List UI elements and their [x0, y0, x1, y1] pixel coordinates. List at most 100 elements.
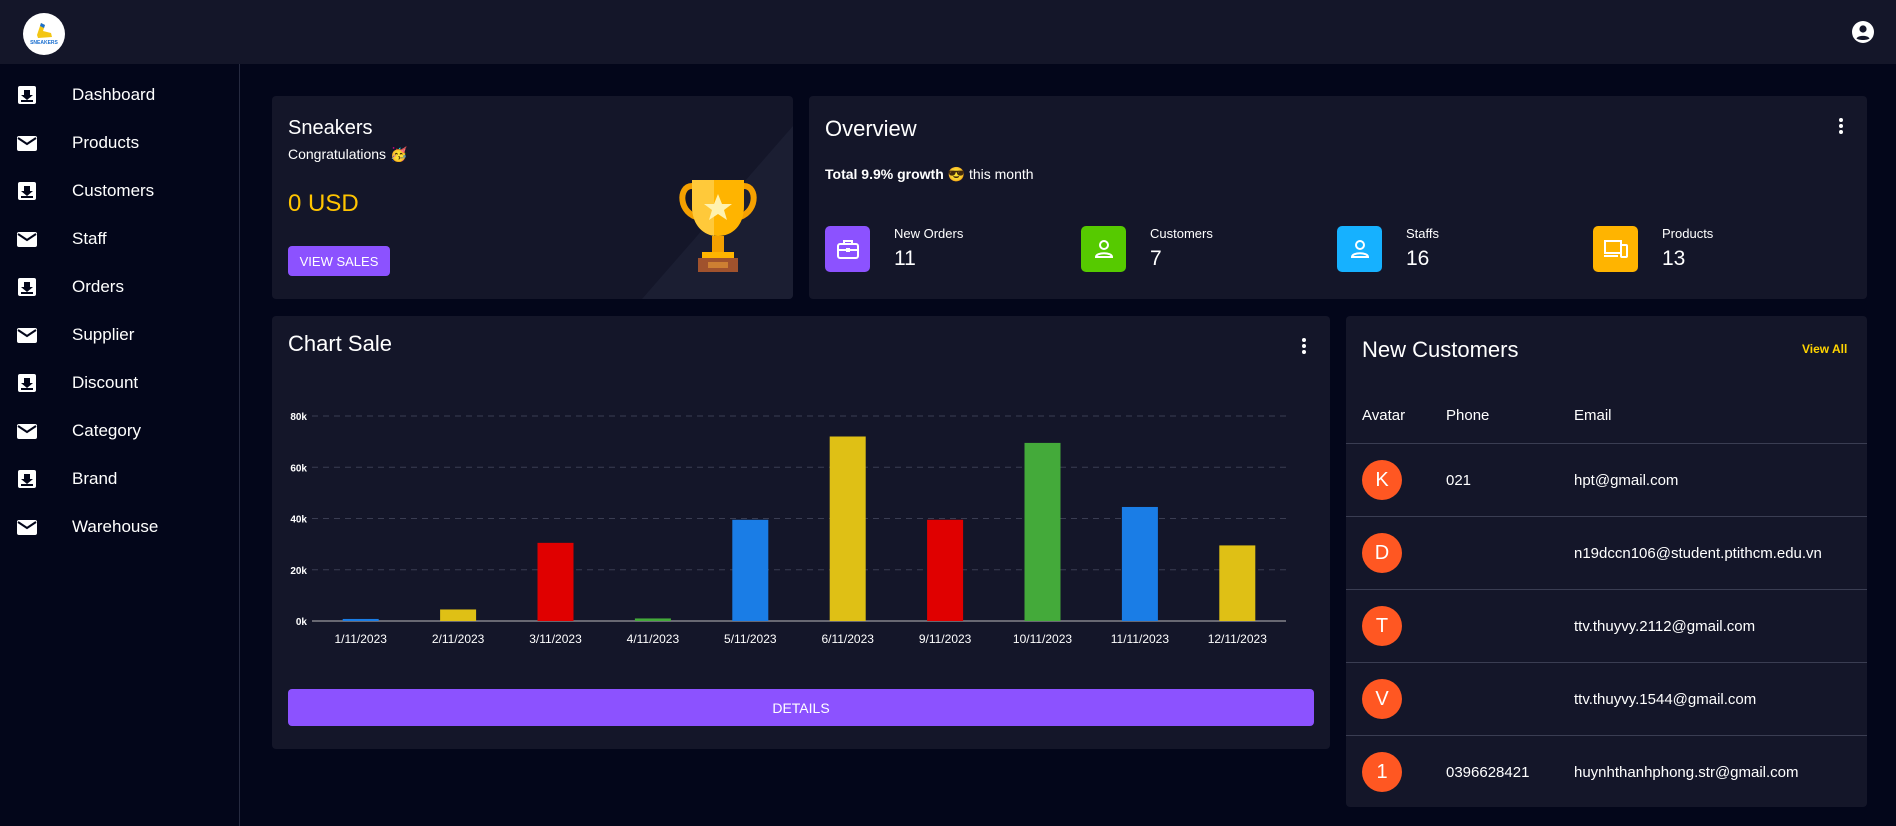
details-button[interactable]: DETAILS [288, 689, 1314, 726]
stat-icon-box [1081, 226, 1126, 272]
y-tick-label: 60k [290, 463, 307, 474]
sidebar-item-label: Dashboard [72, 85, 156, 104]
congratulations-text: Congratulations [288, 146, 387, 162]
stat-label: Customers [1150, 226, 1213, 241]
party-emoji: 🥳 [389, 146, 408, 162]
sidebar-item-supplier[interactable]: Supplier [0, 313, 239, 357]
sidebar-item-label: Discount [72, 373, 139, 392]
sidebar-item-label: Category [72, 421, 141, 440]
x-tick-label: 1/11/2023 [334, 632, 387, 646]
sunglasses-emoji: 😎 [947, 166, 966, 182]
table-row[interactable]: D n19dccn106@student.ptithcm.edu.vn [1346, 516, 1867, 589]
email-cell: huynhthanhphong.str@gmail.com [1574, 764, 1799, 781]
sidebar-item-label: Supplier [72, 325, 135, 344]
sidebar-item-label: Customers [72, 181, 155, 200]
inbox-download-icon [18, 374, 36, 392]
sales-bar-chart: 0k 20k 40k 60k 80k 1/11/2023 2/11/2023 3/11/202… [290, 412, 1286, 646]
sidebar-item-dashboard[interactable]: Dashboard [0, 73, 239, 117]
sidebar-item-products[interactable]: Products [0, 121, 239, 165]
bar [634, 618, 671, 621]
table-row[interactable]: V ttv.thuyvy.1544@gmail.com [1346, 662, 1867, 735]
new-customers-title: New Customers [1362, 337, 1519, 362]
mail-icon [17, 520, 37, 535]
mail-icon [17, 136, 37, 151]
sidebar-item-label: Brand [72, 469, 118, 488]
avatar: T [1362, 606, 1402, 646]
x-tick-label: 2/11/2023 [432, 632, 485, 646]
x-tick-label: 4/11/2023 [627, 632, 680, 646]
sidebar-item-category[interactable]: Category [0, 409, 239, 453]
x-tick-label: 10/11/2023 [1013, 632, 1072, 646]
sidebar-item-staff[interactable]: Staff [0, 217, 239, 261]
y-tick-label: 20k [290, 566, 307, 577]
growth-bold: Total 9.9% growth [825, 166, 944, 182]
y-tick-label: 0k [296, 617, 308, 628]
sidebar-item-label: Products [72, 133, 140, 152]
sidebar: Dashboard Products Customers Staff Order… [0, 64, 240, 826]
bar [829, 436, 866, 621]
inbox-download-icon [18, 470, 36, 488]
sales-amount: 0 USD [288, 190, 359, 217]
logo-shoe-icon [37, 23, 52, 38]
app-logo[interactable]: SNEAKERS [23, 13, 65, 55]
phone-cell: 0396628421 [1446, 764, 1530, 781]
person-icon [1350, 240, 1370, 258]
sales-card-title: Sneakers [288, 117, 373, 139]
overview-more-icon[interactable] [1836, 116, 1846, 138]
sidebar-item-label: Staff [72, 229, 107, 248]
avatar: D [1362, 533, 1402, 573]
view-sales-button[interactable]: VIEW SALES [288, 246, 390, 276]
stat-value: 11 [894, 247, 916, 270]
growth-suffix: this month [968, 166, 1034, 182]
x-tick-label: 9/11/2023 [919, 632, 972, 646]
stat-label: Products [1662, 226, 1714, 241]
phone-column-header: Phone [1446, 407, 1490, 424]
x-tick-label: 11/11/2023 [1111, 632, 1170, 646]
stat-icon-box [1593, 226, 1638, 272]
avatar: K [1362, 460, 1402, 500]
mail-icon [17, 424, 37, 439]
email-cell: hpt@gmail.com [1574, 472, 1679, 489]
devices-icon [1604, 240, 1628, 258]
top-bar: SNEAKERS [0, 0, 1896, 64]
stat-value: 13 [1662, 247, 1686, 270]
briefcase-icon [837, 240, 859, 259]
trophy-icon [679, 180, 757, 272]
email-column-header: Email [1574, 407, 1612, 424]
bar [732, 519, 769, 621]
sidebar-item-label: Orders [72, 277, 124, 296]
stat-icon-box [1337, 226, 1382, 272]
stat-value: 7 [1150, 247, 1162, 270]
bar [1121, 506, 1158, 621]
table-row[interactable]: K 021 hpt@gmail.com [1346, 443, 1867, 516]
sidebar-item-brand[interactable]: Brand [0, 457, 239, 501]
bar [927, 519, 964, 621]
avatar: 1 [1362, 752, 1402, 792]
sidebar-item-warehouse[interactable]: Warehouse [0, 505, 239, 549]
x-tick-label: 3/11/2023 [529, 632, 582, 646]
chart-sale-card: Chart Sale 0k 20k 40k 60k 80k 1/11/2023 2/11/2… [272, 316, 1330, 749]
stat-icon-box [825, 226, 870, 272]
email-cell: ttv.thuyvy.2112@gmail.com [1574, 618, 1756, 635]
table-row[interactable]: 1 0396628421 huynhthanhphong.str@gmail.c… [1346, 735, 1867, 808]
phone-cell: 021 [1446, 472, 1472, 489]
sidebar-item-label: Warehouse [72, 517, 159, 536]
sidebar-item-discount[interactable]: Discount [0, 361, 239, 405]
sidebar-item-orders[interactable]: Orders [0, 265, 239, 309]
table-row[interactable]: T ttv.thuyvy.2112@gmail.com [1346, 589, 1867, 662]
mail-icon [17, 232, 37, 247]
person-icon [1094, 240, 1114, 258]
x-tick-label: 6/11/2023 [821, 632, 874, 646]
sidebar-item-customers[interactable]: Customers [0, 169, 239, 213]
overview-title: Overview [825, 116, 917, 141]
inbox-download-icon [18, 182, 36, 200]
sales-card: Sneakers Congratulations 🥳 0 USD VIEW SA… [272, 96, 793, 299]
logo-text: SNEAKERS [30, 40, 58, 46]
view-all-link[interactable]: View All [1802, 342, 1847, 356]
growth-text: Total 9.9% growth 😎 this month [825, 166, 1034, 183]
email-cell: n19dccn106@student.ptithcm.edu.vn [1574, 545, 1822, 562]
account-circle-icon[interactable] [1851, 20, 1875, 44]
inbox-download-icon [18, 278, 36, 296]
mail-icon [17, 328, 37, 343]
bar [342, 618, 379, 621]
